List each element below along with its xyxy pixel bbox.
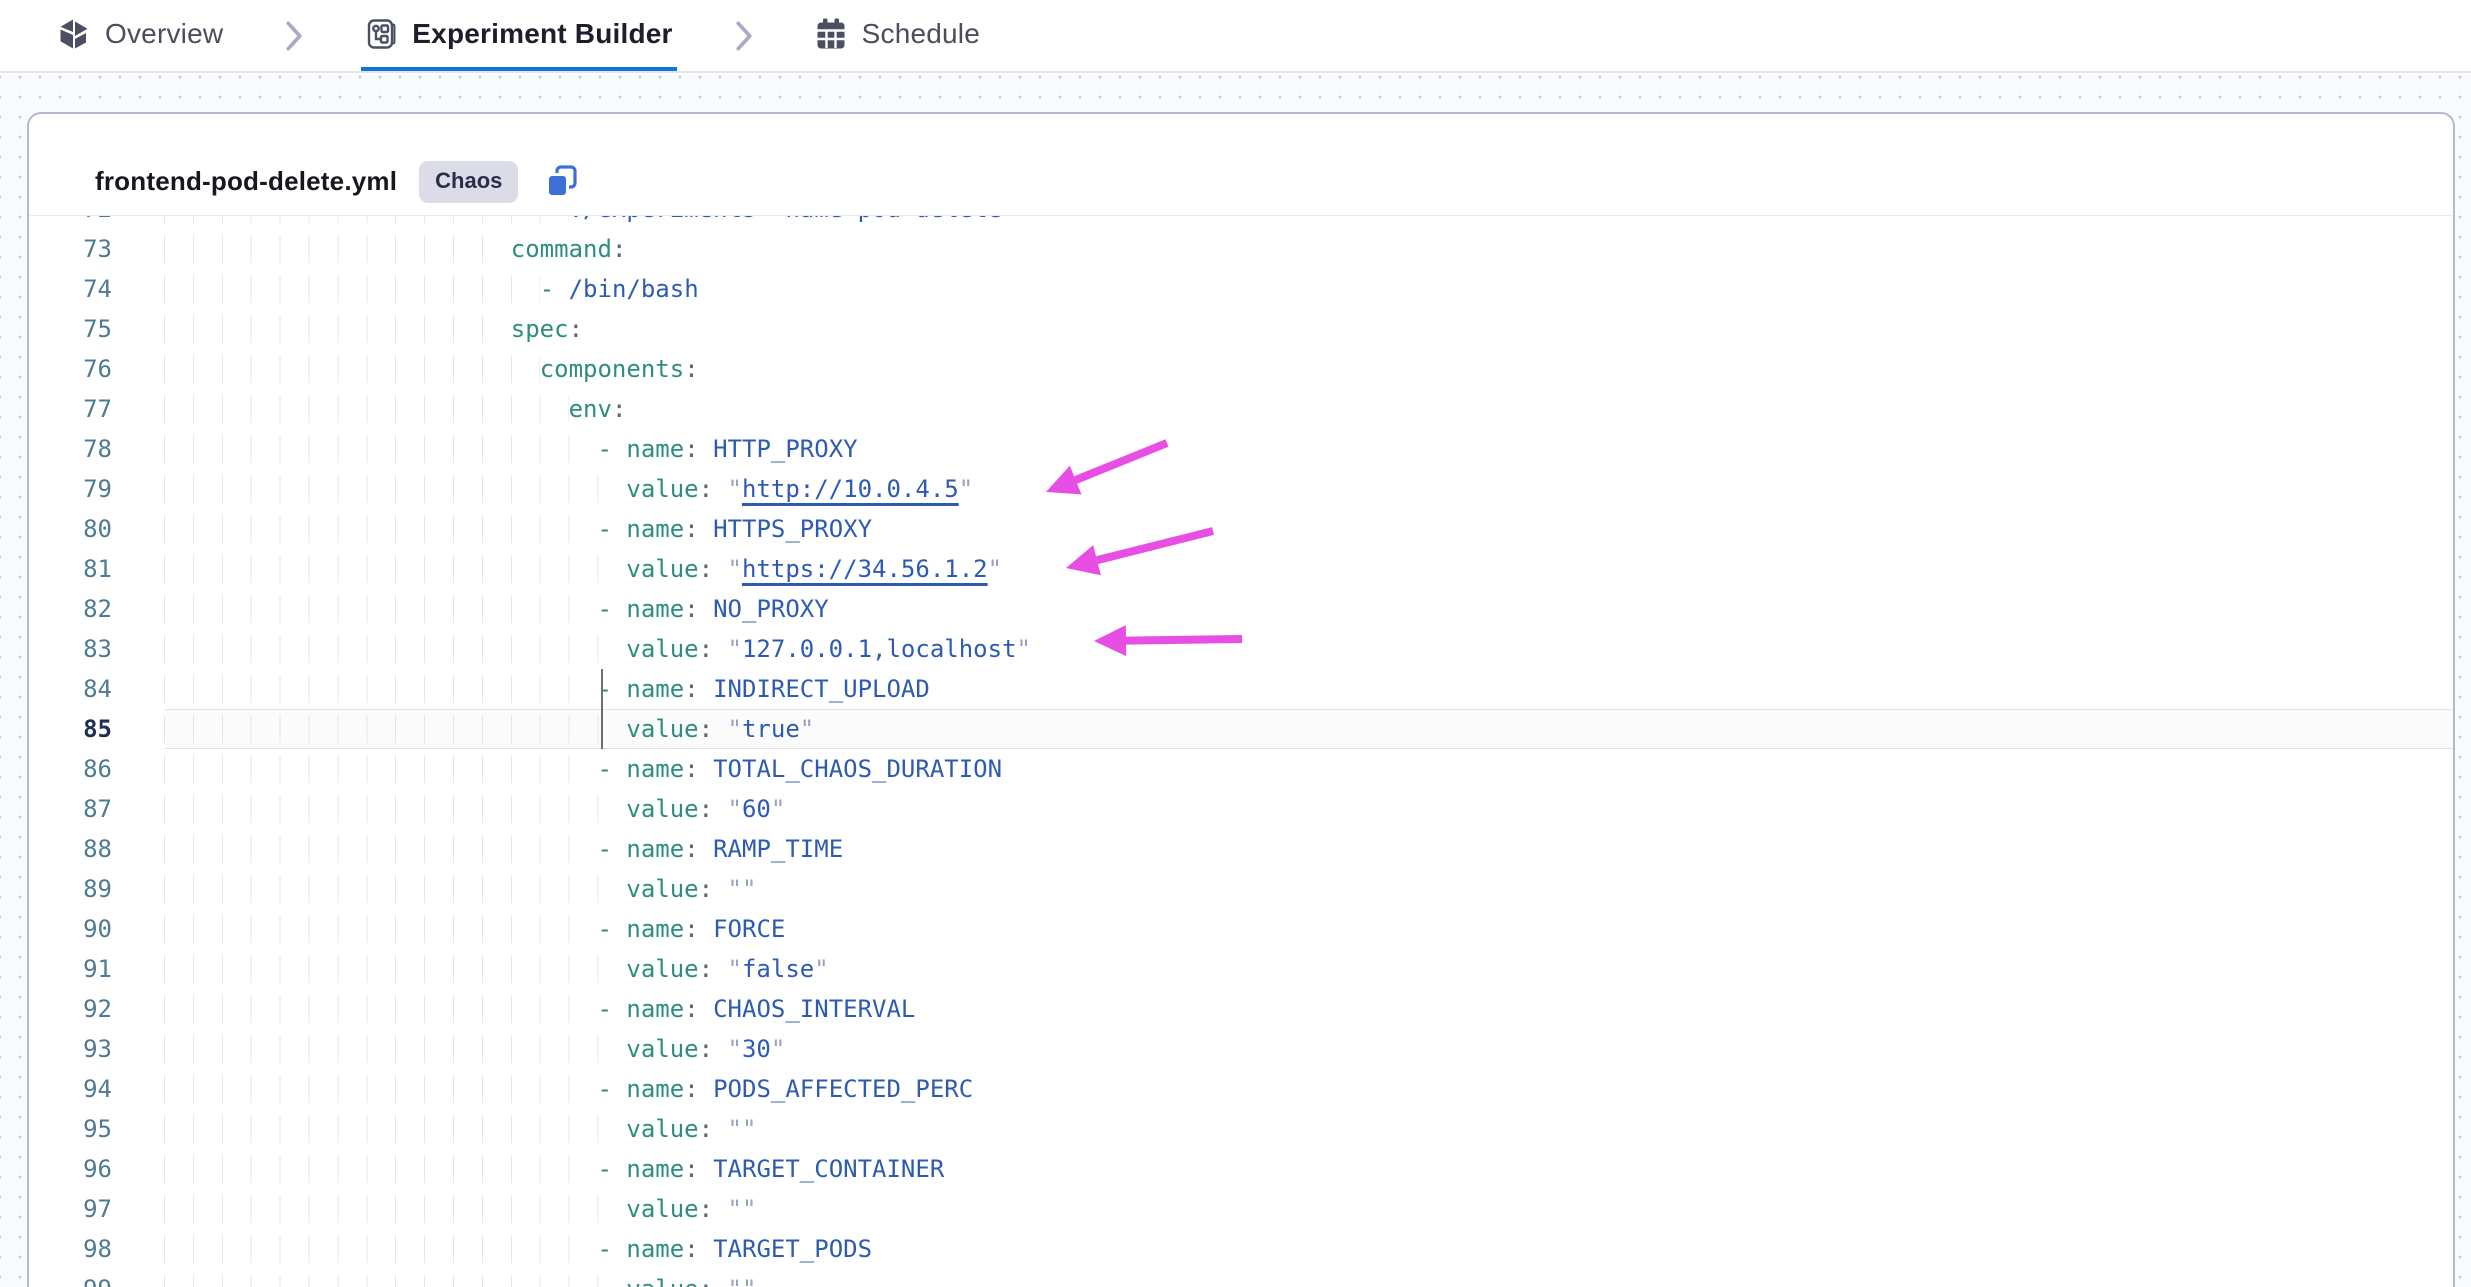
line-number: 87 [29,789,112,829]
tab-overview[interactable]: Overview [54,0,227,71]
file-title: frontend-pod-delete.yml [95,166,397,197]
code-line-93[interactable]: 93 value: "30" [29,1029,2453,1069]
code-line-95[interactable]: 95 value: "" [29,1109,2453,1149]
line-number: 94 [29,1069,112,1109]
code-line-82[interactable]: 82 - name: NO_PROXY [29,589,2453,629]
schedule-icon [815,18,847,50]
url-link[interactable]: https://34.56.1.2 [742,555,988,583]
code-line-96[interactable]: 96 - name: TARGET_CONTAINER [29,1149,2453,1189]
tab-schedule[interactable]: Schedule [811,0,984,71]
copy-icon [544,164,580,200]
code-line-78[interactable]: 78 - name: HTTP_PROXY [29,429,2453,469]
overview-icon [58,18,90,50]
card-header: frontend-pod-delete.yml Chaos [29,114,2453,213]
line-number: 89 [29,869,112,909]
chaos-studio-page: { "nav": { "items": [ { "label": "Overvi… [0,0,2471,1287]
code-line-73[interactable]: 73 command: [29,229,2453,269]
experiment-builder-icon [365,18,397,50]
code-line-84[interactable]: 84 - name: INDIRECT_UPLOAD [29,669,2453,709]
line-number: 86 [29,749,112,789]
line-number: 79 [29,469,112,509]
workspace-background: frontend-pod-delete.yml Chaos 72 ./exper… [0,75,2471,1287]
active-indent-guide [601,669,603,709]
code-line-86[interactable]: 86 - name: TOTAL_CHAOS_DURATION [29,749,2453,789]
code-line-99[interactable]: 99 value: "" [29,1269,2453,1287]
line-number: 88 [29,829,112,869]
line-number: 93 [29,1029,112,1069]
chaos-badge: Chaos [419,161,518,203]
breadcrumb: Overview Experiment Builder [0,0,2471,73]
line-number: 95 [29,1109,112,1149]
code-line-83[interactable]: 83 value: "127.0.0.1,localhost" [29,629,2453,669]
code-line-90[interactable]: 90 - name: FORCE [29,909,2453,949]
tab-experiment-builder[interactable]: Experiment Builder [361,0,676,71]
line-number: 90 [29,909,112,949]
line-number: 74 [29,269,112,309]
yaml-editor[interactable]: 72 ./experiments -name pod-delete73 comm… [29,215,2453,1287]
line-number: 80 [29,509,112,549]
line-number: 96 [29,1149,112,1189]
chevron-separator-icon [733,0,755,71]
code-line-94[interactable]: 94 - name: PODS_AFFECTED_PERC [29,1069,2453,1109]
code-line-97[interactable]: 97 value: "" [29,1189,2453,1229]
line-number: 83 [29,629,112,669]
tab-schedule-label: Schedule [862,18,980,50]
code-line-75[interactable]: 75 spec: [29,309,2453,349]
tab-experiment-builder-label: Experiment Builder [412,18,672,50]
line-number: 73 [29,229,112,269]
line-number: 91 [29,949,112,989]
code-line-85[interactable]: 85 value: "true" [29,709,2453,749]
experiment-yaml-card: frontend-pod-delete.yml Chaos 72 ./exper… [27,112,2455,1287]
code-line-79[interactable]: 79 value: "http://10.0.4.5" [29,469,2453,509]
code-line-72[interactable]: 72 ./experiments -name pod-delete [29,215,2453,229]
line-number: 82 [29,589,112,629]
active-indent-guide [601,709,603,749]
line-number: 98 [29,1229,112,1269]
code-line-76[interactable]: 76 components: [29,349,2453,389]
code-line-81[interactable]: 81 value: "https://34.56.1.2" [29,549,2453,589]
code-line-88[interactable]: 88 - name: RAMP_TIME [29,829,2453,869]
line-number: 78 [29,429,112,469]
code-line-77[interactable]: 77 env: [29,389,2453,429]
code-lines: 72 ./experiments -name pod-delete73 comm… [29,215,2453,1287]
code-line-87[interactable]: 87 value: "60" [29,789,2453,829]
line-number: 76 [29,349,112,389]
code-line-98[interactable]: 98 - name: TARGET_PODS [29,1229,2453,1269]
url-link[interactable]: http://10.0.4.5 [742,475,959,503]
line-number: 99 [29,1269,112,1287]
code-line-89[interactable]: 89 value: "" [29,869,2453,909]
chevron-separator-icon [283,0,305,71]
line-number: 72 [29,215,112,229]
code-line-80[interactable]: 80 - name: HTTPS_PROXY [29,509,2453,549]
code-line-91[interactable]: 91 value: "false" [29,949,2453,989]
line-number: 77 [29,389,112,429]
line-number: 75 [29,309,112,349]
line-number: 85 [29,709,112,749]
code-line-74[interactable]: 74 - /bin/bash [29,269,2453,309]
code-line-92[interactable]: 92 - name: CHAOS_INTERVAL [29,989,2453,1029]
line-number: 92 [29,989,112,1029]
copy-button[interactable] [544,164,580,200]
tab-overview-label: Overview [105,18,223,50]
line-number: 81 [29,549,112,589]
line-number: 97 [29,1189,112,1229]
line-number: 84 [29,669,112,709]
